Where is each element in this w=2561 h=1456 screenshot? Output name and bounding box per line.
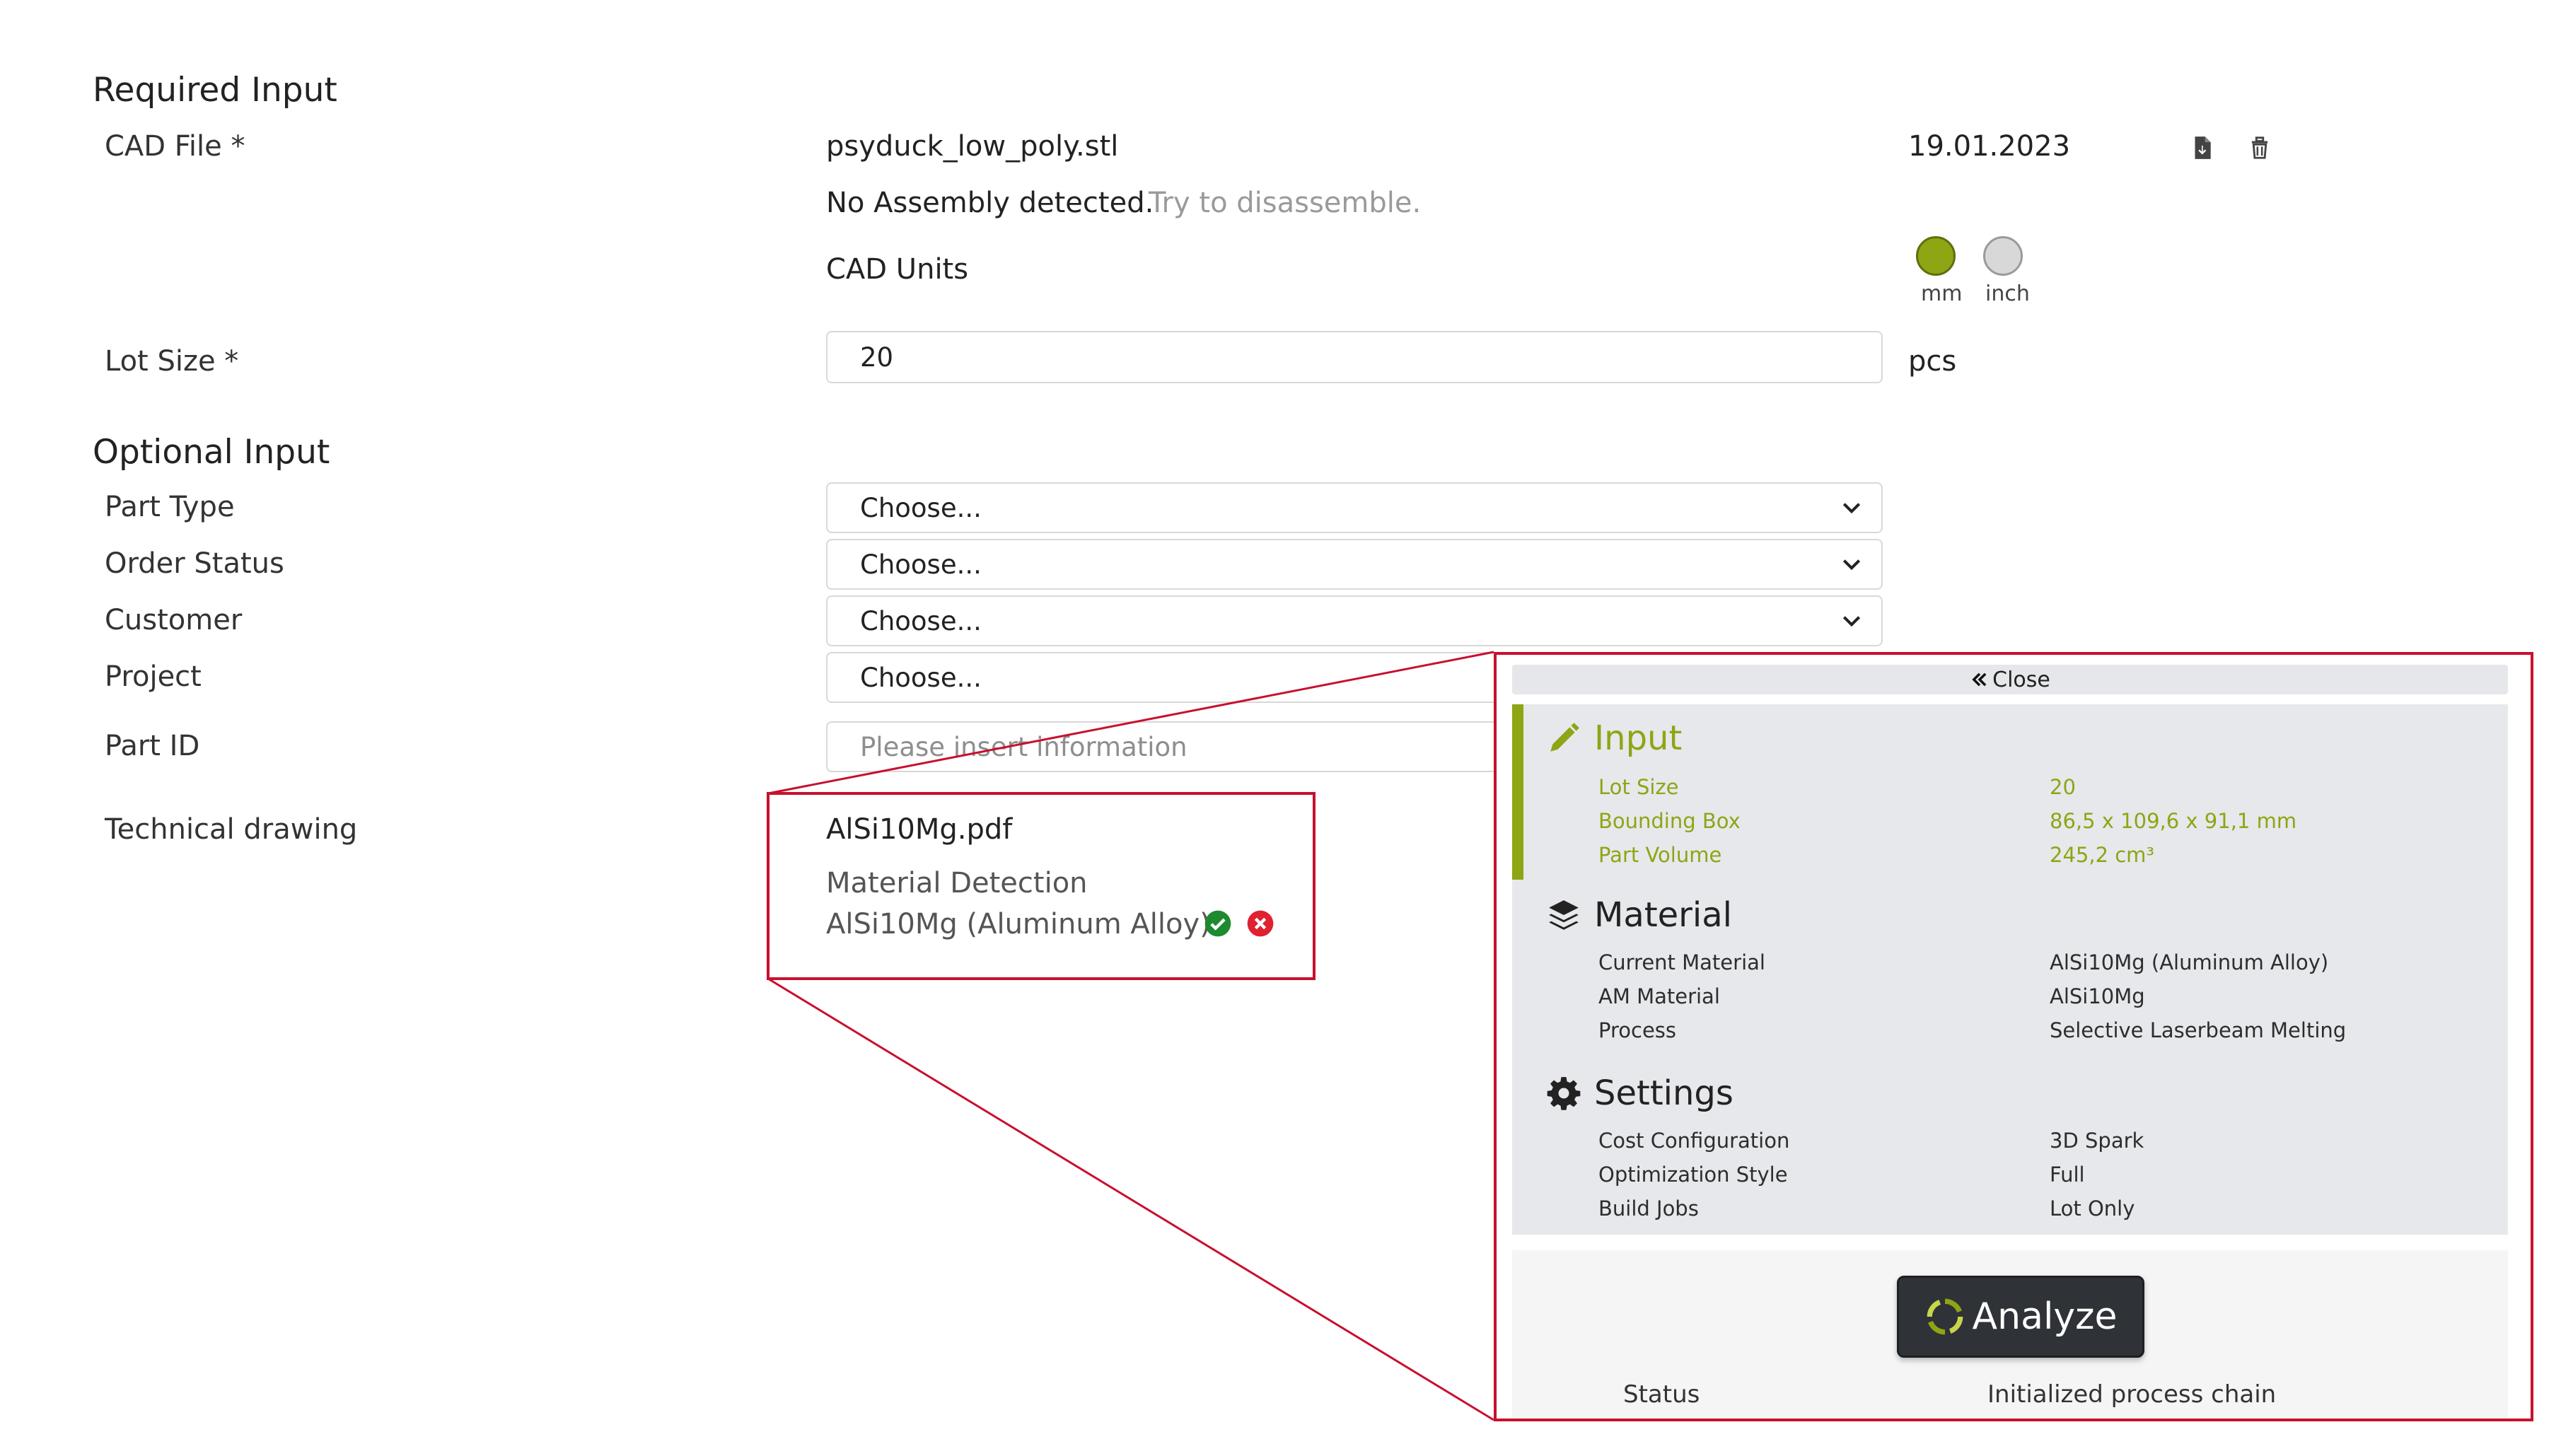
summary-panel: Close Input Lot Size 20 Bounding Box 86,… bbox=[1494, 652, 2533, 1421]
settings-row-value: Full bbox=[2050, 1163, 2085, 1187]
input-row-value: 86,5 x 109,6 x 91,1 mm bbox=[2050, 809, 2297, 833]
input-accent-bar bbox=[1512, 704, 1523, 880]
analyze-button[interactable]: Analyze bbox=[1897, 1276, 2144, 1358]
material-row-value: AlSi10Mg bbox=[2050, 984, 2145, 1008]
material-section-header: Material bbox=[1546, 895, 1732, 935]
material-row-key: AM Material bbox=[1598, 984, 1720, 1008]
material-row-key: Process bbox=[1598, 1018, 1677, 1042]
settings-row-key: Cost Configuration bbox=[1598, 1129, 1790, 1153]
settings-row-value: 3D Spark bbox=[2050, 1129, 2144, 1153]
settings-section-title: Settings bbox=[1594, 1073, 1734, 1113]
settings-section-header: Settings bbox=[1546, 1073, 1734, 1113]
input-section-title: Input bbox=[1594, 718, 1683, 758]
material-row-value: AlSi10Mg (Aluminum Alloy) bbox=[2050, 950, 2329, 974]
material-section-title: Material bbox=[1594, 895, 1732, 935]
analyze-logo-icon bbox=[1927, 1298, 1963, 1335]
material-row-key: Current Material bbox=[1598, 950, 1765, 974]
gear-icon bbox=[1547, 1077, 1581, 1110]
material-row-value: Selective Laserbeam Melting bbox=[2050, 1018, 2347, 1042]
close-panel-button[interactable]: Close bbox=[1512, 665, 2508, 694]
input-row-key: Bounding Box bbox=[1598, 809, 1741, 833]
close-label: Close bbox=[1992, 667, 2050, 692]
input-section-header: Input bbox=[1546, 718, 1682, 758]
input-row-value: 20 bbox=[2050, 775, 2076, 799]
material-detection-value: AlSi10Mg (Aluminum Alloy) bbox=[826, 908, 1211, 940]
pencil-icon bbox=[1550, 723, 1579, 752]
status-label: Status bbox=[1623, 1380, 1700, 1409]
confirm-check-icon[interactable] bbox=[1204, 909, 1232, 938]
double-chevron-left-icon bbox=[1972, 672, 1987, 687]
input-row-value: 245,2 cm³ bbox=[2050, 843, 2155, 867]
settings-row-value: Lot Only bbox=[2050, 1196, 2135, 1221]
drawing-filename[interactable]: AlSi10Mg.pdf bbox=[826, 813, 1012, 846]
analyze-card: Analyze Status Initialized process chain bbox=[1512, 1250, 2508, 1419]
reject-x-icon[interactable] bbox=[1246, 909, 1274, 938]
settings-row-key: Build Jobs bbox=[1598, 1196, 1699, 1221]
summary-card: Input Lot Size 20 Bounding Box 86,5 x 10… bbox=[1512, 704, 2508, 1235]
analyze-label: Analyze bbox=[1972, 1295, 2118, 1338]
layers-icon bbox=[1549, 900, 1579, 930]
material-detection-title: Material Detection bbox=[826, 867, 1088, 899]
input-row-key: Part Volume bbox=[1598, 843, 1722, 867]
input-row-key: Lot Size bbox=[1598, 775, 1679, 799]
settings-row-key: Optimization Style bbox=[1598, 1163, 1788, 1187]
status-value: Initialized process chain bbox=[1987, 1380, 2277, 1409]
